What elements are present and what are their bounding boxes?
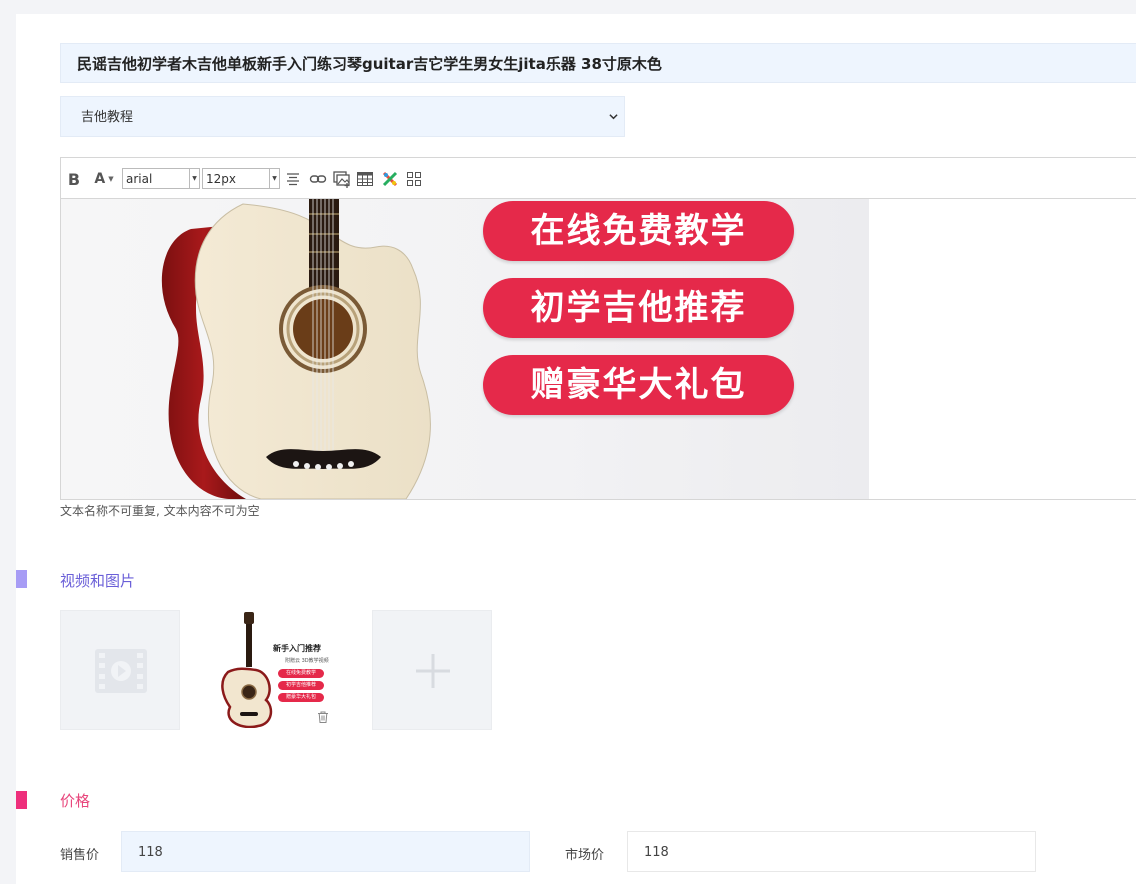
font-family-value: arial [126, 171, 153, 186]
market-price-input[interactable]: 118 [627, 831, 1036, 872]
font-size-value: 12px [206, 171, 236, 186]
font-family-select[interactable]: arial ▼ [122, 168, 200, 189]
market-price-label: 市场价 [565, 848, 605, 863]
caret-down-icon: ▼ [108, 175, 114, 183]
image-thumbnail[interactable]: 新手入门推荐 附赠云 3D教学视频 在线免费教学 初学吉他推荐 赠豪华大礼包 [216, 610, 336, 730]
plugin-button[interactable] [382, 169, 398, 189]
sale-price-input[interactable]: 118 [121, 831, 530, 872]
media-section-title: 视频和图片 [60, 572, 136, 590]
bold-button[interactable]: B [67, 169, 81, 189]
category-select-value: 吉他教程 [81, 110, 134, 125]
link-icon [309, 175, 327, 183]
align-button[interactable] [285, 169, 301, 189]
caret-down-icon: ▼ [189, 169, 199, 188]
banner-pill: 在线免费教学 [483, 201, 794, 261]
thumbnail-pill: 在线免费教学 [278, 669, 324, 678]
editor-hint-text: 文本名称不可重复, 文本内容不可为空 [60, 504, 260, 518]
product-title-input[interactable]: 民谣吉他初学者木吉他单板新手入门练习琴guitar吉它学生男女生jita乐器 3… [60, 43, 1136, 83]
media-section-marker [16, 570, 27, 588]
align-center-icon [287, 173, 299, 186]
font-color-button[interactable]: A ▼ [92, 169, 116, 189]
editor-toolbar: B A ▼ arial ▼ 12px ▼ [61, 158, 1136, 199]
sale-price-label: 销售价 [60, 848, 100, 863]
guitar-illustration [161, 199, 431, 499]
trash-icon[interactable] [316, 710, 330, 724]
video-upload-slot[interactable] [60, 610, 180, 730]
insert-image-button[interactable] [333, 169, 351, 189]
font-color-label: A [94, 171, 106, 187]
insert-table-button[interactable] [357, 169, 373, 189]
guitar-thumbnail-illustration [221, 612, 273, 728]
price-section-title: 价格 [60, 792, 91, 810]
content-banner-image: 在线免费教学 初学吉他推荐 赠豪华大礼包 [61, 199, 869, 499]
chevron-down-icon [609, 114, 618, 120]
price-section-marker [16, 791, 27, 809]
thumbnail-title: 新手入门推荐 [273, 644, 321, 653]
film-play-icon [95, 649, 147, 693]
font-size-select[interactable]: 12px ▼ [202, 168, 280, 189]
thumbnail-pill: 初学吉他推荐 [278, 681, 324, 690]
banner-pill: 初学吉他推荐 [483, 278, 794, 338]
add-media-button[interactable] [372, 610, 492, 730]
caret-down-icon: ▼ [269, 169, 279, 188]
image-icon [333, 170, 350, 188]
rich-text-editor[interactable]: B A ▼ arial ▼ 12px ▼ 在线免费教学 初学吉他推荐 赠豪华大礼… [60, 157, 1136, 500]
plus-icon [416, 654, 450, 688]
grid-button[interactable] [407, 169, 421, 189]
grid-icon [407, 172, 421, 186]
thumbnail-pill: 赠豪华大礼包 [278, 693, 324, 702]
banner-pill: 赠豪华大礼包 [483, 355, 794, 415]
thumbnail-subtitle: 附赠云 3D教学视频 [285, 658, 329, 664]
link-button[interactable] [309, 169, 327, 189]
colorful-x-icon [382, 171, 398, 187]
table-icon [357, 172, 373, 186]
category-select[interactable]: 吉他教程 [60, 96, 625, 137]
